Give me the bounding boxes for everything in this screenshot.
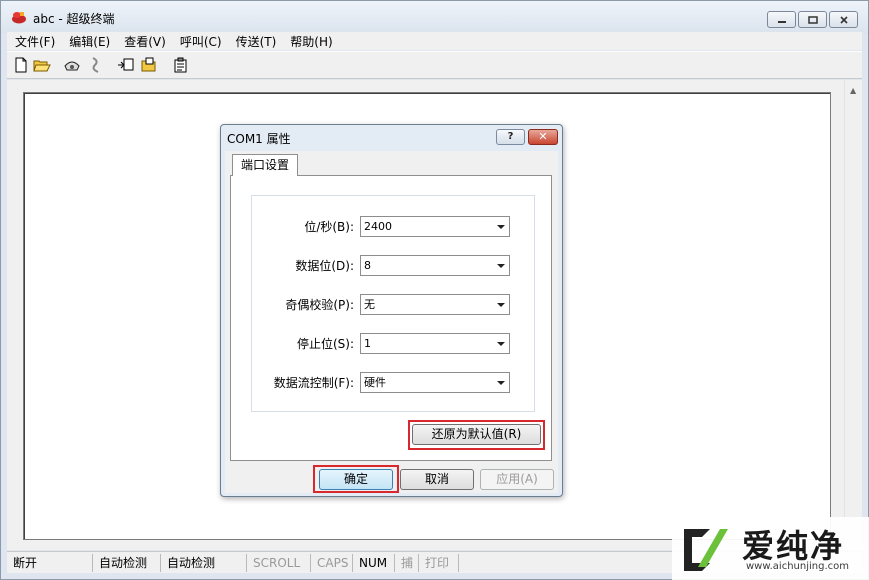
flow-control-value: 硬件 [364,376,386,389]
new-icon [15,57,27,73]
status-connection: 断开 [7,553,93,572]
maximize-icon [807,15,818,24]
data-bits-value: 8 [364,259,371,272]
minimize-button[interactable] [767,11,796,28]
baud-rate-value: 2400 [364,220,392,233]
close-button[interactable] [829,11,858,28]
properties-icon [174,57,187,73]
close-icon: ✕ [538,130,548,143]
status-scroll: SCROLL [247,553,311,572]
parity-select[interactable]: 无 [360,294,510,315]
stop-bits-select[interactable]: 1 [360,333,510,354]
connect-button[interactable] [63,56,81,74]
status-capture: 捕 [395,553,419,572]
chevron-down-icon [497,303,505,307]
watermark-logo-icon [684,529,728,571]
title-bar[interactable]: abc - 超级终端 [1,1,868,33]
parity-value: 无 [364,298,375,311]
data-bits-label: 数据位(D): [295,259,354,273]
dialog-title: COM1 属性 [227,132,291,146]
disconnect-icon [92,57,99,73]
data-bits-select[interactable]: 8 [360,255,510,276]
disconnect-button[interactable] [87,56,105,74]
watermark-url: www.aichunjing.com [746,561,849,572]
menu-help[interactable]: 帮助(H) [282,33,338,50]
send-icon [118,58,134,71]
port-settings-group: 位/秒(B): 2400 数据位(D): 8 奇偶校验(P): 无 停止位(S)… [251,195,535,412]
status-caps: CAPS [311,553,353,572]
chevron-down-icon [497,264,505,268]
help-button[interactable]: ? [496,129,525,145]
receive-button[interactable] [140,56,158,74]
open-icon [33,60,51,72]
window-title: abc - 超级终端 [33,12,115,26]
tab-port-settings[interactable]: 端口设置 [232,154,298,176]
new-button[interactable] [12,56,30,74]
com1-properties-dialog: COM1 属性 ? ✕ 端口设置 位/秒(B): 2400 数据位(D): 8 … [220,124,563,497]
toolbar [7,51,862,79]
baud-rate-select[interactable]: 2400 [360,216,510,237]
chevron-down-icon [497,342,505,346]
stop-bits-label: 停止位(S): [296,337,354,351]
menu-bar: 文件(F) 编辑(E) 查看(V) 呼叫(C) 传送(T) 帮助(H) [7,32,862,50]
tab-page: 位/秒(B): 2400 数据位(D): 8 奇偶校验(P): 无 停止位(S)… [230,175,552,461]
cancel-button[interactable]: 取消 [400,469,474,490]
status-print: 打印 [419,553,459,572]
chevron-down-icon [497,225,505,229]
ok-button[interactable]: 确定 [319,469,393,490]
vertical-scrollbar[interactable]: ▲ [844,80,862,550]
help-icon: ? [507,131,514,142]
dialog-body: 端口设置 位/秒(B): 2400 数据位(D): 8 奇偶校验(P): 无 停… [225,151,558,493]
menu-view[interactable]: 查看(V) [116,33,172,50]
connect-icon [64,61,80,71]
open-button[interactable] [33,56,51,74]
restore-defaults-button[interactable]: 还原为默认值(R) [412,424,541,445]
watermark: 爱纯净 www.aichunjing.com [672,517,869,580]
chevron-down-icon [497,381,505,385]
flow-control-select[interactable]: 硬件 [360,372,510,393]
menu-file[interactable]: 文件(F) [7,33,61,50]
menu-call[interactable]: 呼叫(C) [172,33,228,50]
status-autodetect-2: 自动检测 [161,553,247,572]
receive-icon [141,57,156,72]
baud-rate-label: 位/秒(B): [304,220,354,234]
send-button[interactable] [117,56,135,74]
properties-button[interactable] [172,56,190,74]
minimize-icon [777,20,786,23]
close-icon [839,15,848,24]
maximize-button[interactable] [798,11,827,28]
apply-button[interactable]: 应用(A) [480,469,554,490]
parity-label: 奇偶校验(P): [285,298,354,312]
menu-edit[interactable]: 编辑(E) [61,33,116,50]
flow-control-label: 数据流控制(F): [273,376,354,390]
caption-buttons [767,11,858,28]
scroll-up-icon[interactable]: ▲ [850,86,856,95]
status-num: NUM [353,553,395,572]
dialog-close-button[interactable]: ✕ [528,129,558,145]
hyperterminal-app-icon [12,12,26,24]
stop-bits-value: 1 [364,337,371,350]
menu-transfer[interactable]: 传送(T) [228,33,283,50]
status-autodetect-1: 自动检测 [93,553,161,572]
